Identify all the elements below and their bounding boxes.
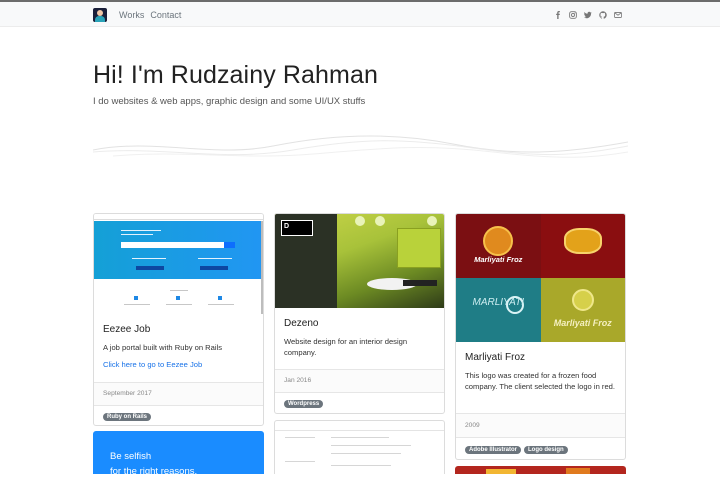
logo-badge-1 — [483, 225, 514, 256]
nav-link-works[interactable]: Works — [119, 10, 144, 20]
logo-variant-3: MARLIYATI — [456, 278, 541, 342]
github-icon[interactable] — [599, 10, 607, 19]
eezee-headline-line-2 — [121, 234, 153, 235]
nav-link-contact[interactable]: Contact — [150, 10, 181, 20]
dezeno-cabinet — [397, 228, 441, 268]
logo-wordmark-1: Marliyati Froz — [474, 254, 523, 264]
eezee-feature-icon-3 — [218, 296, 222, 300]
navbar-inner: Works Contact — [93, 2, 622, 27]
card-text: Website design for an interior design co… — [284, 337, 408, 357]
promo-line-2: for the right reasons. — [110, 466, 198, 477]
peek-text-line-5 — [285, 461, 315, 462]
card-text: This logo was created for a frozen food … — [465, 371, 615, 391]
card-tags: Adobe Illustrator Logo design — [456, 437, 625, 459]
twitter-icon[interactable] — [584, 11, 592, 19]
facebook-icon[interactable] — [554, 10, 562, 19]
card-peek-photo[interactable] — [455, 466, 626, 474]
peek-text-line-2 — [331, 437, 389, 438]
eezee-caption-line-2 — [198, 258, 232, 259]
card-be-selfish[interactable]: Be selfish for the right reasons. — [93, 431, 264, 477]
card-date: September 2017 — [94, 382, 263, 405]
dezeno-label-strip — [403, 280, 437, 286]
instagram-icon[interactable] — [569, 10, 577, 19]
peek-header-line — [275, 430, 444, 431]
eezee-feature-text-2 — [166, 304, 192, 305]
eezee-search-button — [224, 242, 235, 248]
eezee-caption-line — [132, 258, 166, 259]
card-peek-web-app[interactable] — [274, 420, 445, 474]
page-subtitle: I do websites & web apps, graphic design… — [93, 96, 366, 107]
logo-badge-4 — [571, 288, 594, 311]
card-title: Dezeno — [284, 318, 319, 329]
dezeno-logo: D — [281, 220, 313, 236]
eezee-features-title — [170, 290, 188, 291]
dezeno-lamp-2 — [375, 216, 385, 226]
eezee-header-strip — [94, 214, 263, 220]
peek-photo-highlight-2 — [566, 468, 590, 474]
eezee-search-box — [121, 242, 235, 248]
dezeno-lamp-3 — [427, 216, 437, 226]
decorative-wave — [93, 135, 628, 158]
logo-variant-2 — [540, 214, 625, 278]
card-eezee-job[interactable]: Eezee Job A job portal built with Ruby o… — [93, 213, 264, 426]
tag-adobe-illustrator[interactable]: Adobe Illustrator — [465, 445, 522, 454]
eezee-scrollbar — [261, 221, 263, 314]
card-date-text: September 2017 — [103, 390, 152, 397]
card-tags: Wordpress — [275, 392, 444, 413]
card-date: 2009 — [456, 413, 625, 437]
logo-badge-2 — [563, 227, 602, 254]
card-title: Marliyati Froz — [465, 352, 526, 363]
card-date-text: Jan 2016 — [284, 377, 312, 384]
logo-variant-1: Marliyati Froz — [456, 214, 541, 278]
card-image-eezee — [94, 214, 263, 314]
peek-text-line-6 — [331, 465, 391, 466]
social-icons — [554, 10, 622, 19]
card-date-text: 2009 — [465, 422, 480, 429]
card-dezeno[interactable]: D Dezeno Website design for an interior … — [274, 213, 445, 414]
brand-avatar[interactable] — [93, 7, 107, 22]
eezee-job-link[interactable]: Click here to go to Eezee Job — [103, 360, 254, 369]
logo-wordmark-3: MARLIYATI — [472, 297, 525, 309]
card-body: Marliyati Froz This logo was created for… — [456, 342, 625, 392]
card-date: Jan 2016 — [275, 369, 444, 392]
tag-wordpress[interactable]: Wordpress — [284, 400, 324, 408]
card-image-marliyati: Marliyati Froz MARLIYATI Marliyati Froz — [456, 214, 625, 342]
card-tags: Ruby on Rails — [94, 405, 263, 425]
eezee-button-right — [200, 266, 228, 270]
card-text: A job portal built with Ruby on Rails — [103, 343, 223, 352]
eezee-hero-band — [94, 221, 263, 279]
email-icon[interactable] — [614, 11, 622, 19]
eezee-button-left — [136, 266, 164, 270]
peek-text-line-3 — [331, 445, 411, 446]
card-marliyati-froz[interactable]: Marliyati Froz MARLIYATI Marliyati Froz … — [455, 213, 626, 460]
peek-text-line-1 — [285, 437, 315, 438]
tag-logo-design[interactable]: Logo design — [524, 445, 568, 454]
peek-text-line-4 — [331, 453, 401, 454]
logo-variant-4: Marliyati Froz — [540, 278, 625, 342]
card-title: Eezee Job — [103, 324, 151, 335]
card-body: Dezeno Website design for an interior de… — [275, 308, 444, 358]
dezeno-lamp-1 — [355, 216, 365, 226]
eezee-feature-icon-1 — [134, 296, 138, 300]
tag-ruby-on-rails[interactable]: Ruby on Rails — [103, 412, 152, 421]
eezee-headline-line — [121, 230, 161, 231]
navbar: Works Contact — [0, 0, 720, 27]
card-body: Eezee Job A job portal built with Ruby o… — [94, 314, 263, 369]
promo-line-1: Be selfish — [110, 451, 152, 462]
logo-wordmark-4: Marliyati Froz — [553, 317, 612, 328]
eezee-feature-text-3 — [208, 304, 234, 305]
eezee-feature-text-1 — [124, 304, 150, 305]
peek-photo-highlight — [486, 469, 516, 474]
page-title: Hi! I'm Rudzainy Rahman — [93, 61, 378, 89]
eezee-feature-icon-2 — [176, 296, 180, 300]
card-image-dezeno: D — [275, 214, 444, 308]
